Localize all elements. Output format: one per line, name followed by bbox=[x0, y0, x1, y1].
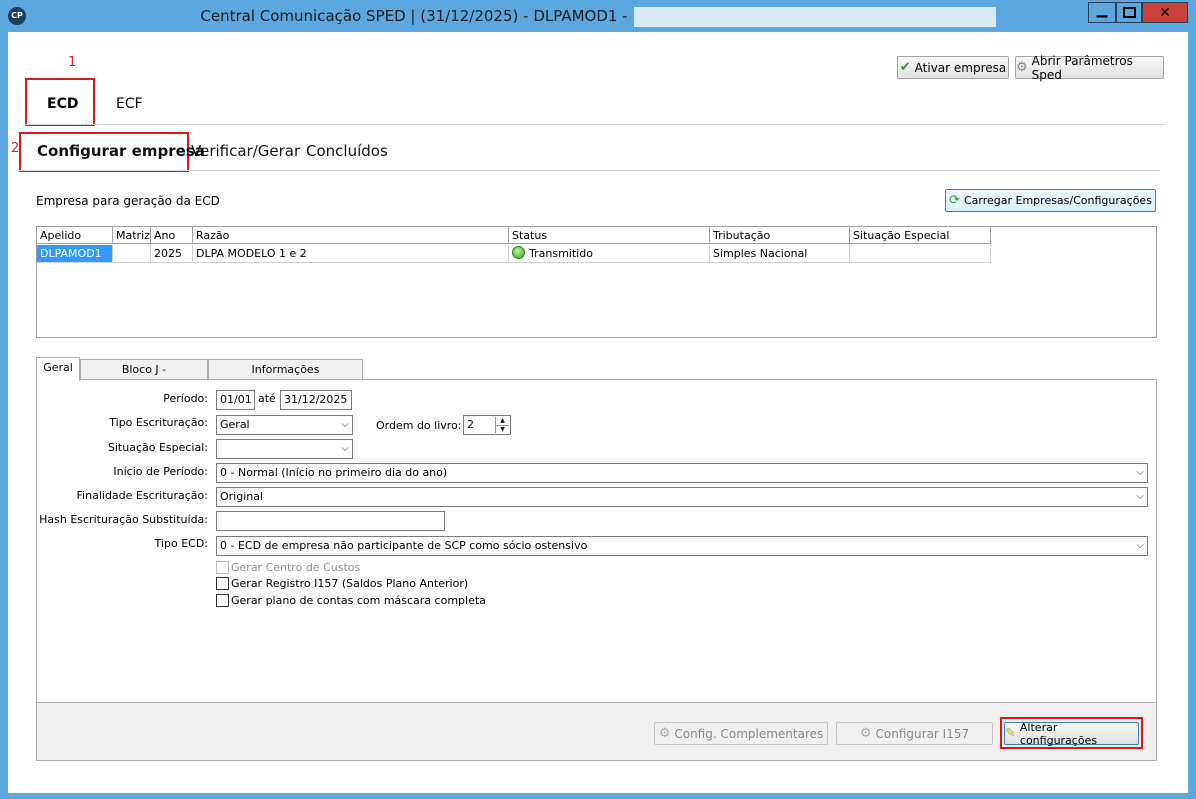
carregar-empresas-label: Carregar Empresas/Configurações bbox=[963, 194, 1152, 207]
tab-informacoes-complementares[interactable]: Informações Complementares bbox=[208, 359, 363, 396]
ativar-empresa-button[interactable]: ✔ Ativar empresa bbox=[897, 56, 1009, 79]
carregar-empresas-button[interactable]: ⟳ Carregar Empresas/Configurações bbox=[945, 189, 1156, 212]
chevron-down-icon: ⌵ bbox=[1136, 491, 1144, 502]
chevron-down-icon: ⌵ bbox=[341, 419, 349, 430]
window-title-area: Central Comunicação SPED | (31/12/2025) … bbox=[0, 0, 1196, 32]
chevron-down-icon: ⌵ bbox=[1136, 540, 1144, 551]
ordem-livro-value: 2 bbox=[467, 418, 474, 431]
edit-icon: ✎ bbox=[1005, 726, 1016, 741]
gear-icon: ⚙ bbox=[1016, 60, 1028, 75]
column-header-apelido[interactable]: Apelido bbox=[37, 227, 113, 244]
checkmark-icon: ✔ bbox=[899, 60, 911, 75]
hash-label: Hash Escrituração Substituída: bbox=[39, 513, 208, 526]
tipo-ecd-value: 0 - ECD de empresa não participante de S… bbox=[220, 539, 588, 552]
gerar-registro-i157-label: Gerar Registro I157 (Saldos Plano Anteri… bbox=[231, 577, 469, 590]
gerar-centro-custos-checkbox[interactable] bbox=[216, 561, 229, 574]
cell-situacao-especial[interactable] bbox=[850, 245, 991, 263]
abrir-parametros-label: Abrir Parâmetros Sped bbox=[1031, 53, 1133, 82]
cell-matriz[interactable] bbox=[113, 245, 151, 263]
periodo-inicio-input[interactable]: 01/01 bbox=[216, 390, 255, 410]
spinner-arrows-icon[interactable]: ▲ ▼ bbox=[495, 417, 509, 433]
column-header-ano[interactable]: Ano bbox=[151, 227, 193, 244]
tipo-ecd-label: Tipo ECD: bbox=[154, 537, 208, 550]
cell-razao[interactable]: DLPA MODELO 1 e 2 bbox=[193, 245, 509, 263]
tab-configurar-empresa[interactable]: Configurar empresa bbox=[37, 142, 205, 160]
cell-tributacao[interactable]: Simples Nacional bbox=[710, 245, 850, 263]
abrir-parametros-button[interactable]: ⚙ Abrir Parâmetros Sped bbox=[1015, 53, 1164, 82]
maximize-icon bbox=[1122, 7, 1136, 18]
cell-ano[interactable]: 2025 bbox=[151, 245, 193, 263]
finalidade-label: Finalidade Escrituração: bbox=[76, 489, 208, 502]
column-header-razao[interactable]: Razão bbox=[193, 227, 509, 244]
inicio-periodo-value: 0 - Normal (Início no primeiro dia do an… bbox=[220, 466, 448, 479]
alterar-configuracoes-label: Alterar configurações bbox=[1019, 720, 1098, 747]
status-ok-icon bbox=[512, 246, 525, 259]
periodo-label: Período: bbox=[163, 392, 208, 405]
empresas-grid[interactable]: Apelido Matriz Ano Razão Status Tributaç… bbox=[36, 226, 1157, 338]
maximize-button[interactable] bbox=[1116, 2, 1142, 23]
gerar-plano-contas-label: Gerar plano de contas com máscara comple… bbox=[231, 594, 486, 607]
window-title: Central Comunicação SPED | (31/12/2025) … bbox=[200, 7, 628, 25]
tipo-escrituracao-value: Geral bbox=[220, 418, 250, 431]
finalidade-value: Original bbox=[220, 490, 264, 503]
periodo-fim-input[interactable]: 31/12/2025 bbox=[280, 390, 352, 410]
column-header-matriz[interactable]: Matriz bbox=[113, 227, 151, 244]
config-complementares-button[interactable]: ⚙ Config. Complementares bbox=[654, 722, 828, 745]
chevron-down-icon: ⌵ bbox=[1136, 467, 1144, 478]
ate-label: até bbox=[258, 392, 276, 405]
gerar-centro-custos-label: Gerar Centro de Custos bbox=[231, 561, 361, 574]
ordem-livro-stepper[interactable]: 2 ▲ ▼ bbox=[463, 415, 511, 435]
inicio-periodo-label: Início de Período: bbox=[113, 465, 208, 478]
status-text: Transmitido bbox=[529, 247, 593, 260]
section-title: Empresa para geração da ECD bbox=[36, 194, 220, 208]
gear-icon: ⚙ bbox=[658, 726, 671, 741]
cell-apelido[interactable]: DLPAMOD1 bbox=[37, 245, 113, 263]
config-complementares-label: Config. Complementares bbox=[674, 726, 824, 741]
ordem-livro-label: Ordem do livro: bbox=[376, 419, 462, 432]
redacted-area bbox=[633, 6, 996, 27]
hash-input[interactable] bbox=[216, 511, 445, 531]
finalidade-select[interactable]: Original ⌵ bbox=[216, 487, 1148, 507]
situacao-especial-label: Situação Especial: bbox=[107, 441, 208, 454]
sub-tabs-divider bbox=[19, 170, 1160, 171]
tab-bloco-j[interactable]: Bloco J - Demonstrações bbox=[80, 359, 208, 396]
minimize-button[interactable]: ▁ bbox=[1088, 2, 1116, 23]
situacao-especial-select[interactable]: ⌵ bbox=[216, 439, 353, 459]
alterar-configuracoes-button[interactable]: ✎ Alterar configurações bbox=[1004, 720, 1139, 747]
inicio-periodo-select[interactable]: 0 - Normal (Início no primeiro dia do an… bbox=[216, 463, 1148, 483]
tab-ecf[interactable]: ECF bbox=[116, 96, 143, 112]
cell-status[interactable]: Transmitido bbox=[509, 245, 710, 263]
tab-concluidos[interactable]: Concluídos bbox=[306, 142, 388, 160]
gear-icon: ⚙ bbox=[859, 726, 872, 741]
chevron-down-icon: ⌵ bbox=[341, 443, 349, 454]
main-tabs-divider bbox=[25, 124, 1166, 125]
configurar-i157-button[interactable]: ⚙ Configurar I157 bbox=[836, 722, 993, 745]
configurar-i157-label: Configurar I157 bbox=[875, 726, 970, 741]
column-header-situacao-especial[interactable]: Situação Especial bbox=[850, 227, 991, 244]
column-header-tributacao[interactable]: Tributação bbox=[710, 227, 850, 244]
ativar-empresa-label: Ativar empresa bbox=[914, 60, 1007, 75]
tipo-escrituracao-label: Tipo Escrituração: bbox=[109, 416, 208, 429]
tab-ecd[interactable]: ECD bbox=[47, 96, 78, 112]
tipo-escrituracao-select[interactable]: Geral ⌵ bbox=[216, 415, 353, 435]
close-button[interactable]: ✕ bbox=[1142, 2, 1188, 23]
gerar-plano-contas-checkbox[interactable] bbox=[216, 594, 229, 607]
column-header-status[interactable]: Status bbox=[509, 227, 710, 244]
tab-verificar-gerar[interactable]: Verificar/Gerar bbox=[191, 142, 300, 160]
refresh-icon: ⟳ bbox=[949, 193, 960, 208]
annotation-1: 1 bbox=[68, 55, 77, 70]
gerar-registro-i157-checkbox[interactable] bbox=[216, 577, 229, 590]
tab-geral[interactable]: Geral bbox=[36, 357, 80, 381]
tipo-ecd-select[interactable]: 0 - ECD de empresa não participante de S… bbox=[216, 536, 1148, 556]
